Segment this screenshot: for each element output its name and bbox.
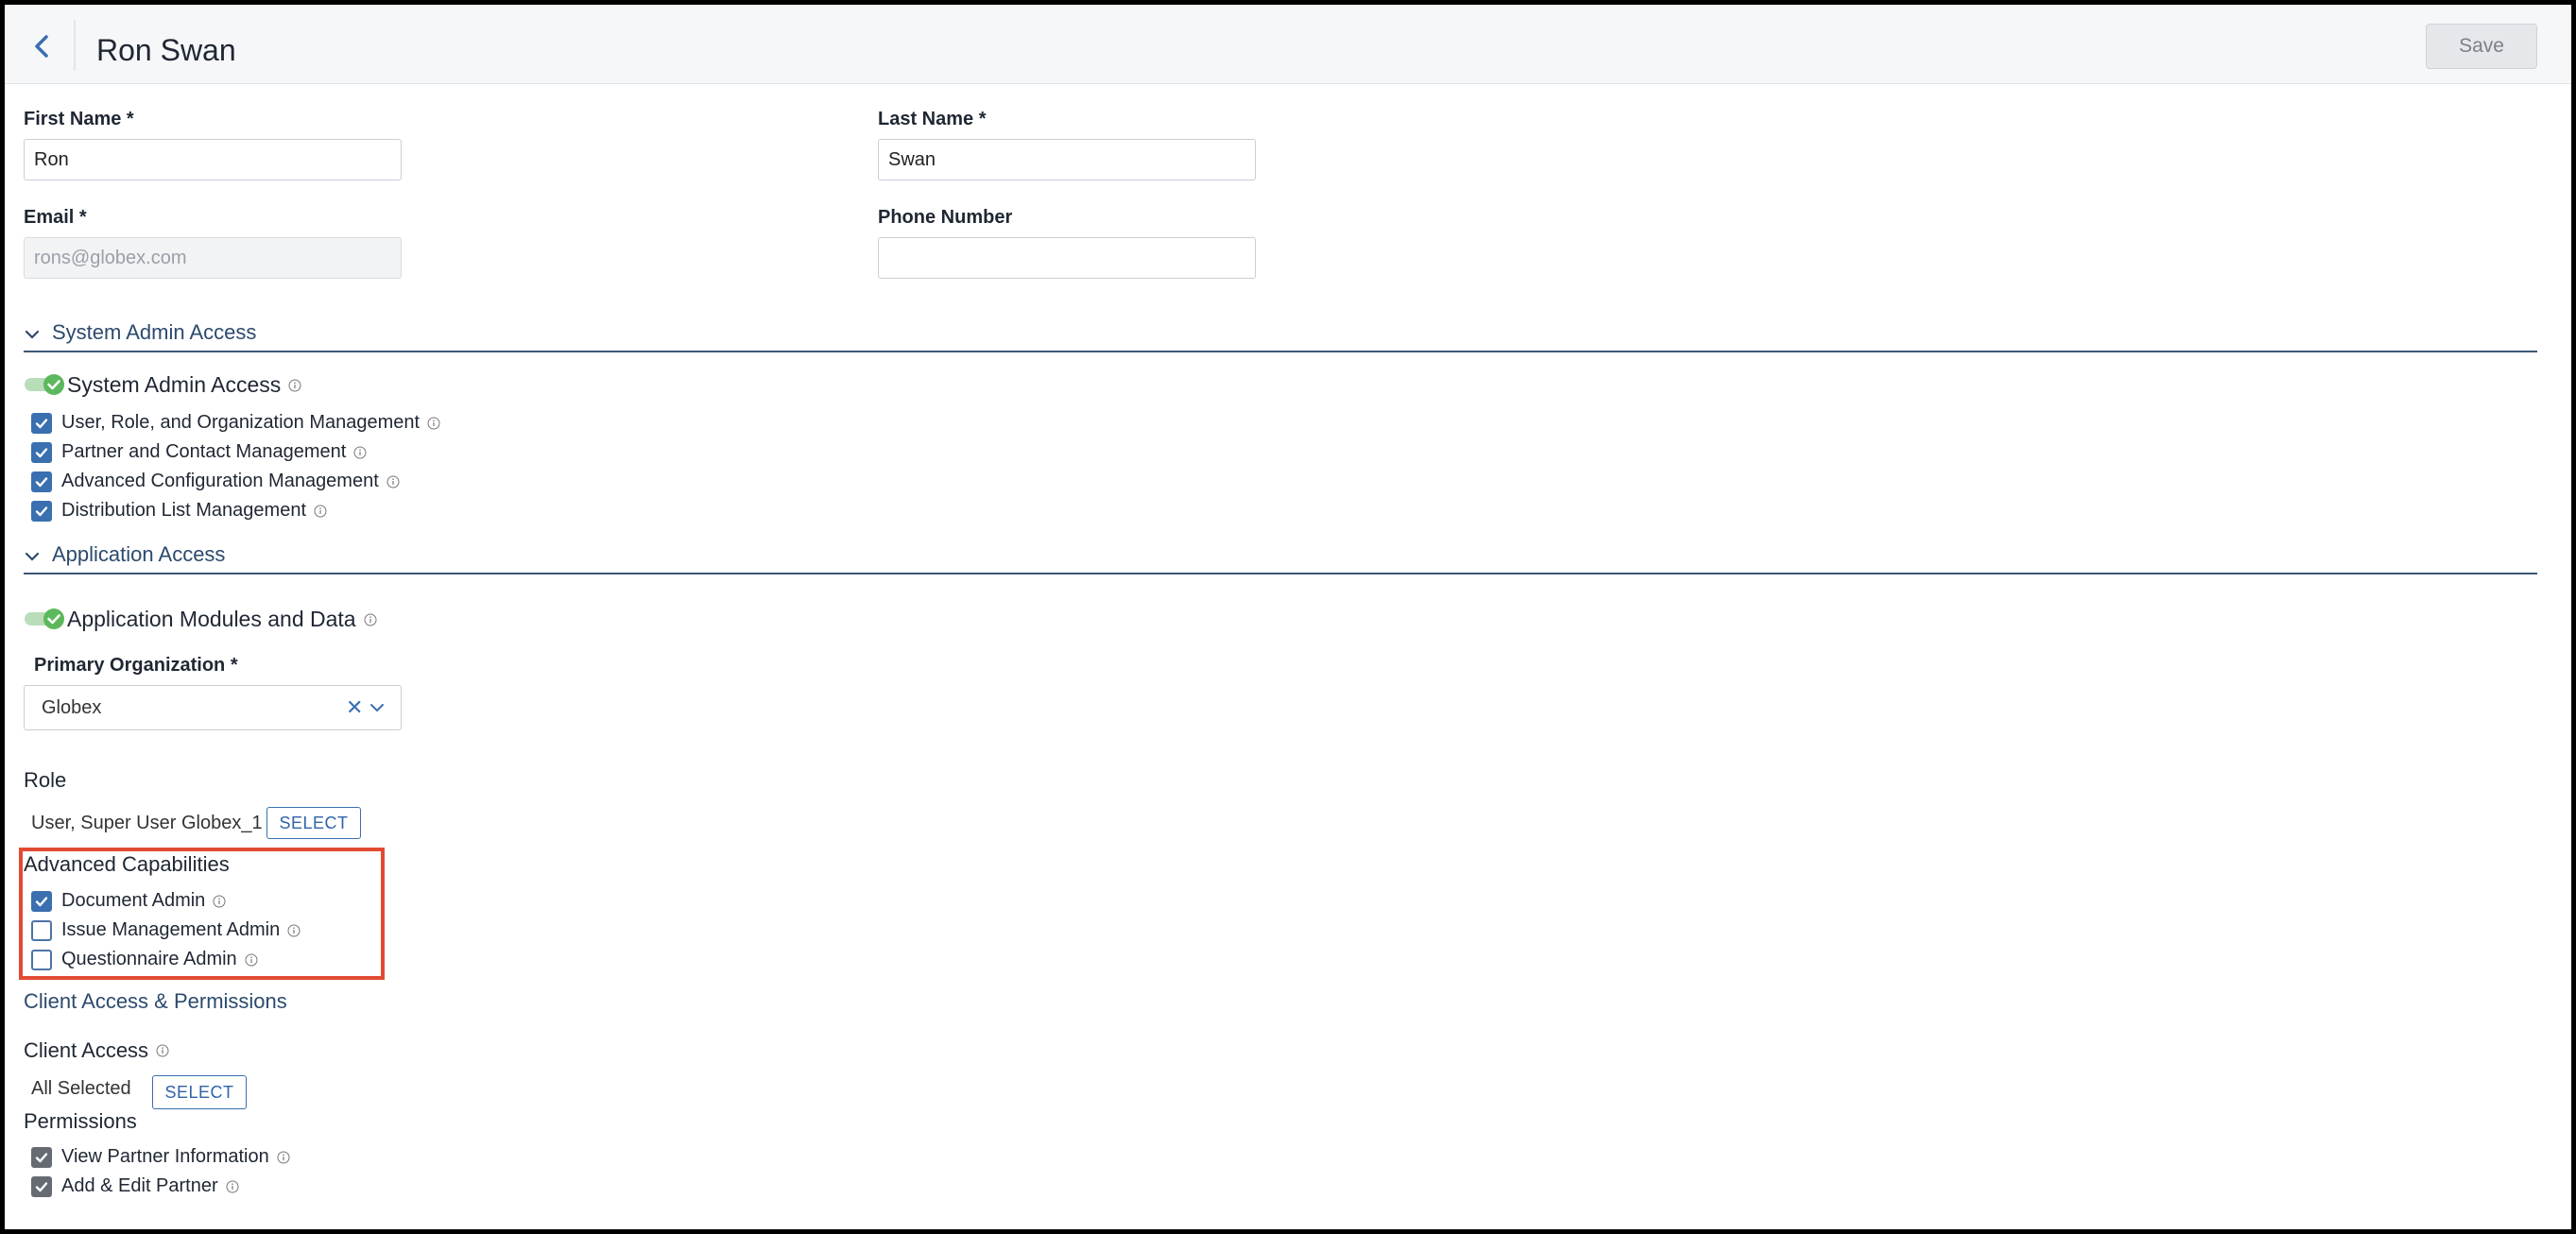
application-modules-toggle[interactable]: [24, 608, 65, 630]
divider: [74, 20, 76, 71]
checkbox-label: Questionnaire Admin: [61, 949, 237, 970]
checkbox-checked-icon[interactable]: [31, 501, 52, 522]
application-access-section-header[interactable]: Application Access: [24, 542, 225, 567]
checkbox-partner-contact-mgmt[interactable]: Partner and Contact Management: [31, 441, 367, 463]
checkbox-unchecked-icon[interactable]: [31, 920, 52, 941]
system-admin-toggle-label: System Admin Access: [67, 372, 301, 398]
checkbox-label: Add & Edit Partner: [61, 1175, 218, 1197]
info-icon[interactable]: [314, 505, 327, 518]
application-modules-toggle-label: Application Modules and Data: [67, 607, 377, 632]
email-label: Email *: [24, 207, 87, 229]
chevron-down-icon[interactable]: [369, 699, 386, 716]
checkbox-label: Distribution List Management: [61, 500, 306, 522]
info-icon[interactable]: [386, 475, 400, 488]
info-icon[interactable]: [288, 379, 301, 392]
system-admin-toggle[interactable]: [24, 373, 65, 396]
primary-org-select[interactable]: Globex ✕: [24, 685, 402, 730]
page-title: Ron Swan: [96, 31, 236, 69]
role-heading: Role: [24, 768, 66, 793]
info-icon[interactable]: [287, 924, 301, 937]
checkbox-issue-management-admin[interactable]: Issue Management Admin: [31, 919, 301, 941]
client-access-heading: Client Access: [24, 1038, 169, 1063]
chevron-down-icon: [24, 326, 41, 343]
info-icon[interactable]: [353, 446, 367, 459]
page: Ron Swan Save First Name * Last Name * E…: [5, 5, 2571, 1229]
first-name-input[interactable]: [24, 139, 402, 180]
top-bar: Ron Swan Save: [5, 5, 2571, 84]
email-input: [24, 237, 402, 279]
info-icon[interactable]: [156, 1044, 169, 1057]
save-button[interactable]: Save: [2426, 24, 2537, 69]
info-icon[interactable]: [213, 895, 226, 908]
checkbox-label: View Partner Information: [61, 1146, 269, 1168]
info-icon[interactable]: [364, 613, 377, 626]
checkbox-advanced-config-mgmt[interactable]: Advanced Configuration Management: [31, 471, 400, 492]
checkbox-document-admin[interactable]: Document Admin: [31, 890, 226, 912]
role-value: User, Super User Globex_1: [31, 813, 263, 834]
clear-icon[interactable]: ✕: [346, 695, 363, 720]
section-divider: [24, 351, 2537, 352]
last-name-input[interactable]: [878, 139, 1256, 180]
chevron-down-icon: [24, 548, 41, 565]
phone-input[interactable]: [878, 237, 1256, 279]
checkbox-user-role-org-mgmt[interactable]: User, Role, and Organization Management: [31, 412, 440, 434]
checkbox-label: Document Admin: [61, 890, 205, 912]
last-name-label: Last Name *: [878, 109, 987, 130]
client-access-heading-text: Client Access: [24, 1038, 148, 1063]
phone-label: Phone Number: [878, 207, 1012, 229]
checkbox-checked-icon[interactable]: [31, 1147, 52, 1168]
primary-org-label: Primary Organization *: [34, 655, 238, 677]
client-access-value: All Selected: [31, 1078, 131, 1100]
checkbox-label: Partner and Contact Management: [61, 441, 346, 463]
section-title: Application Access: [52, 542, 225, 567]
checkbox-view-partner-info[interactable]: View Partner Information: [31, 1146, 290, 1168]
client-access-permissions-heading: Client Access & Permissions: [24, 989, 287, 1014]
checkbox-questionnaire-admin[interactable]: Questionnaire Admin: [31, 949, 258, 970]
checkbox-add-edit-partner[interactable]: Add & Edit Partner: [31, 1175, 239, 1197]
checkbox-label: Issue Management Admin: [61, 919, 280, 941]
info-icon[interactable]: [427, 417, 440, 430]
checkbox-unchecked-icon[interactable]: [31, 950, 52, 970]
permissions-heading: Permissions: [24, 1109, 137, 1134]
first-name-label: First Name *: [24, 109, 134, 130]
toggle-label-text: Application Modules and Data: [67, 607, 356, 632]
checkbox-checked-icon[interactable]: [31, 891, 52, 912]
info-icon[interactable]: [245, 953, 258, 967]
section-title: System Admin Access: [52, 320, 256, 345]
client-access-select-button[interactable]: SELECT: [152, 1075, 247, 1109]
role-select-button[interactable]: SELECT: [266, 807, 361, 839]
system-admin-section-header[interactable]: System Admin Access: [24, 320, 256, 345]
checkbox-checked-icon[interactable]: [31, 442, 52, 463]
info-icon[interactable]: [226, 1180, 239, 1193]
primary-org-value: Globex: [42, 697, 101, 719]
checkbox-label: Advanced Configuration Management: [61, 471, 379, 492]
checkbox-checked-icon[interactable]: [31, 413, 52, 434]
checkbox-checked-icon[interactable]: [31, 471, 52, 492]
section-divider: [24, 573, 2537, 574]
toggle-label-text: System Admin Access: [67, 372, 281, 398]
checkbox-distribution-list-mgmt[interactable]: Distribution List Management: [31, 500, 327, 522]
advanced-capabilities-heading: Advanced Capabilities: [24, 852, 230, 877]
info-icon[interactable]: [277, 1151, 290, 1164]
checkbox-label: User, Role, and Organization Management: [61, 412, 420, 434]
checkbox-checked-icon[interactable]: [31, 1176, 52, 1197]
back-arrow-icon[interactable]: [27, 31, 58, 61]
